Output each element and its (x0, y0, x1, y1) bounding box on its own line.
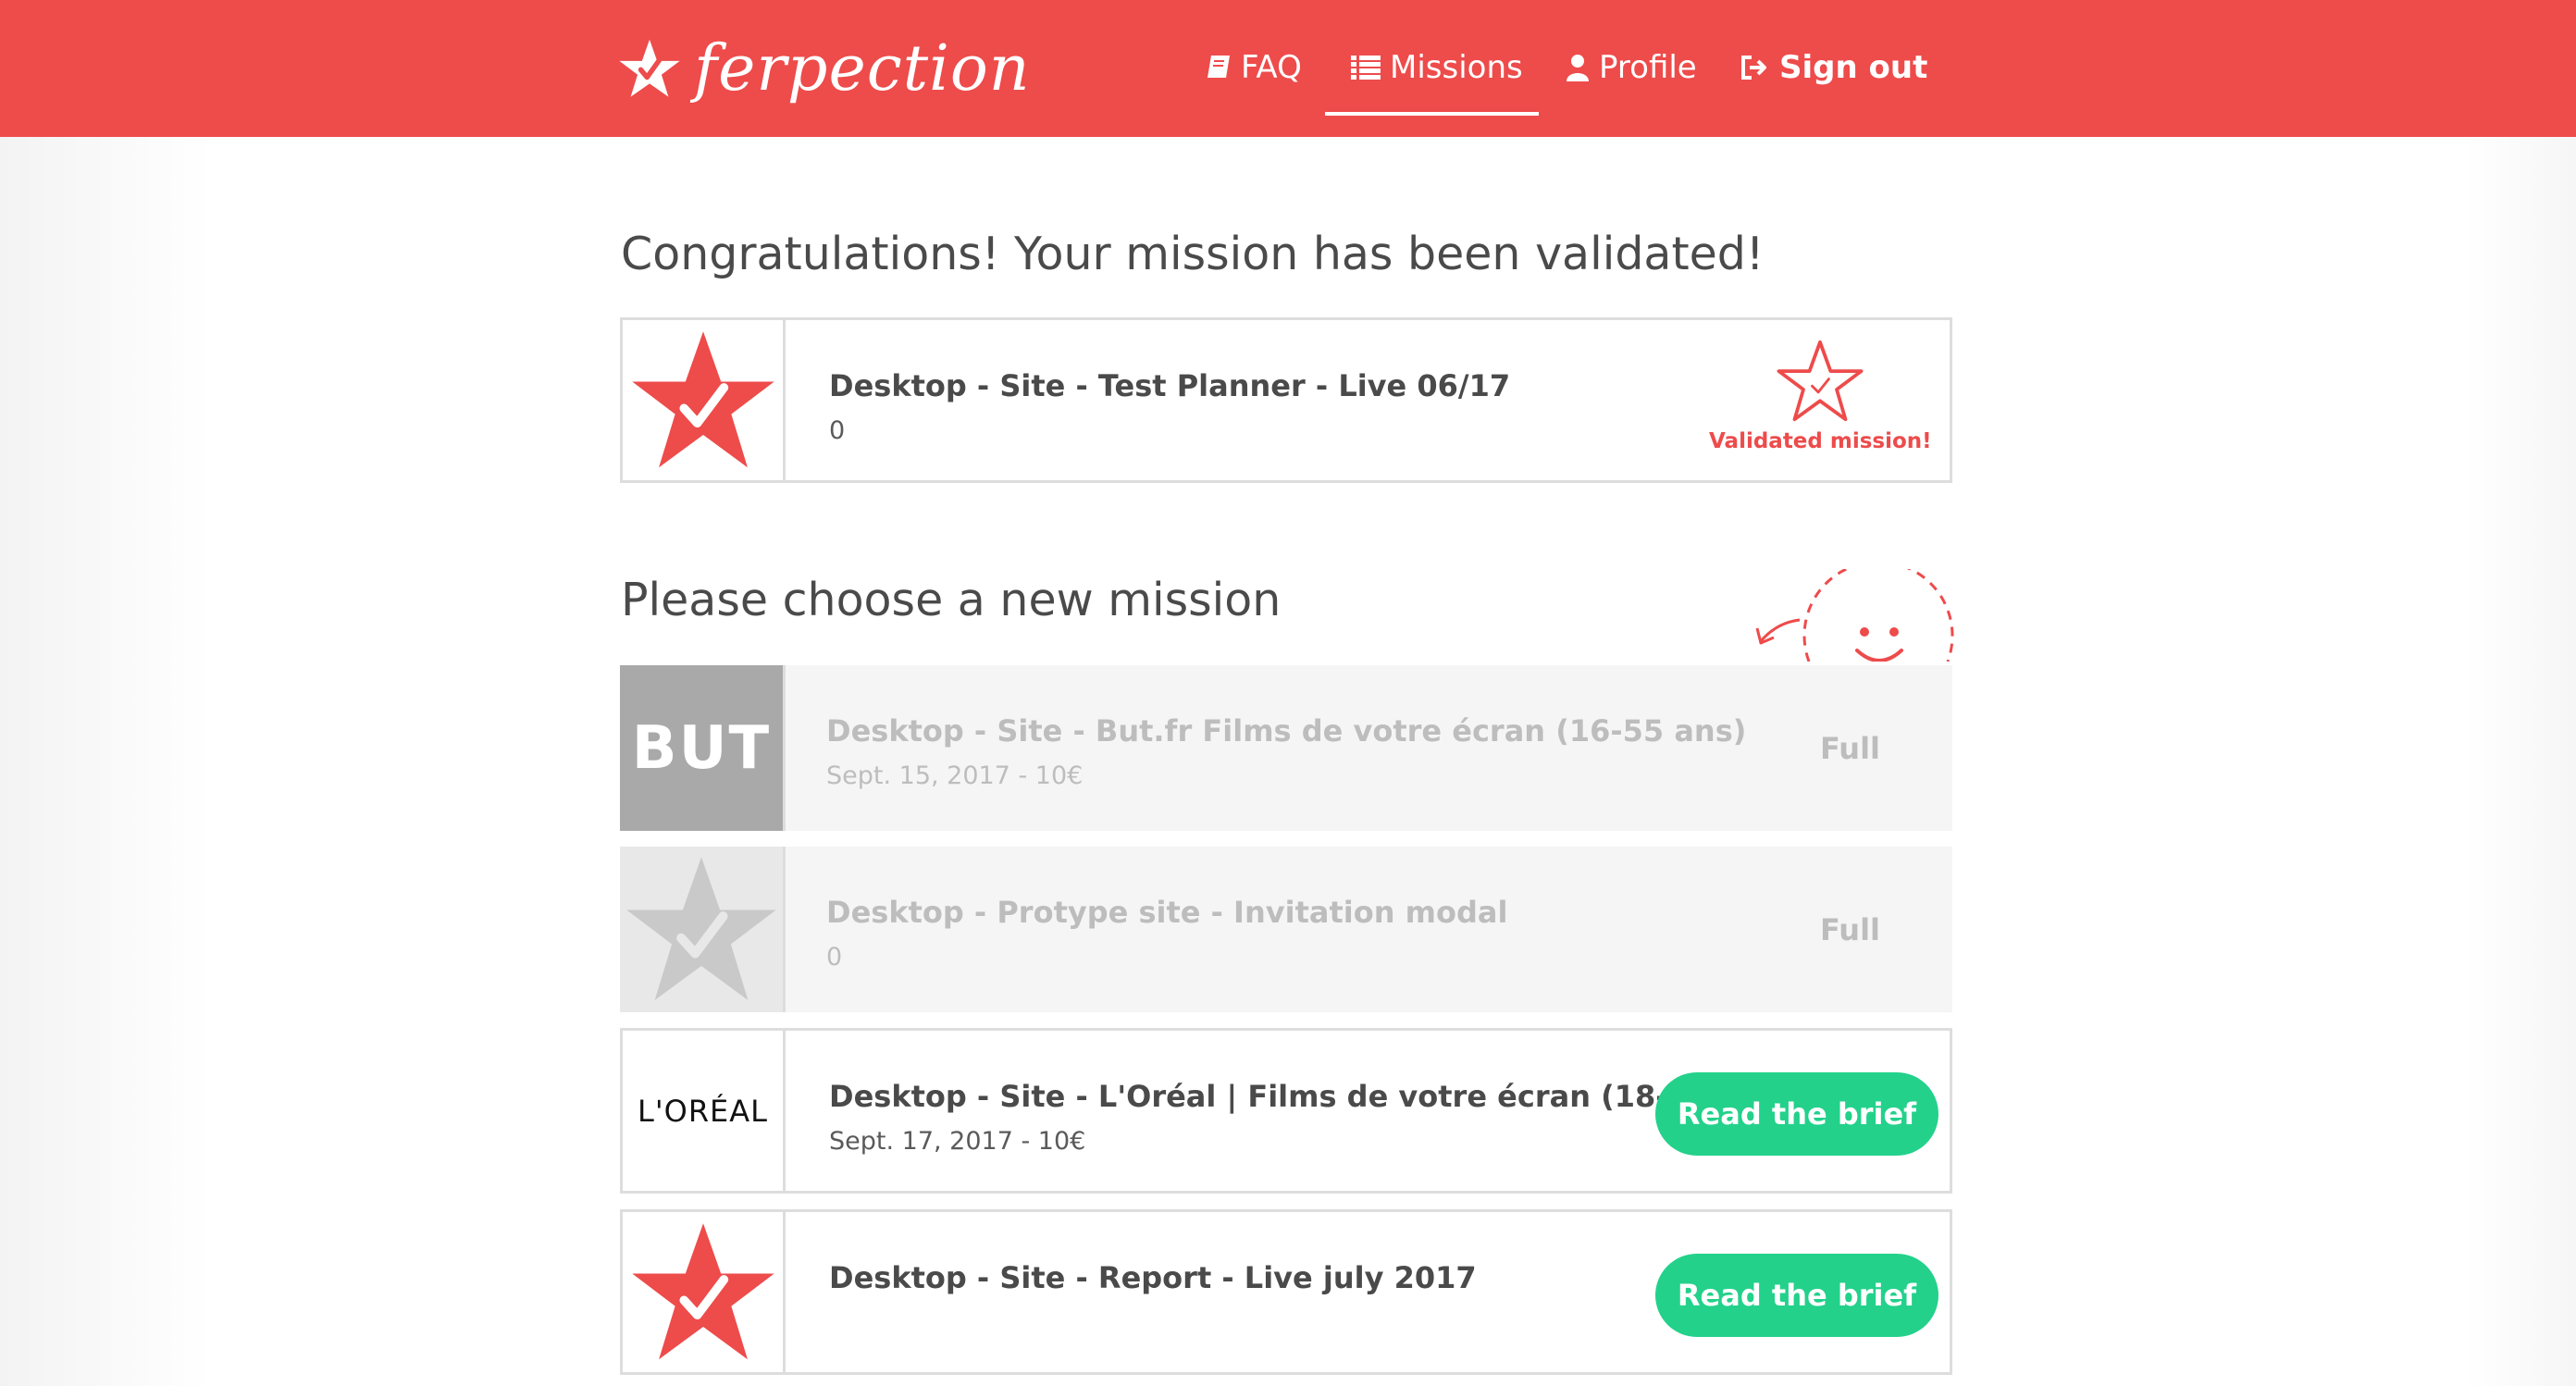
user-icon (1567, 55, 1589, 81)
mission-subtitle: Sept. 15, 2017 - 10€ (826, 761, 1084, 790)
read-brief-button[interactable]: Read the brief (1655, 1254, 1938, 1337)
star-outline-check-icon (1777, 340, 1864, 422)
mission-thumbnail: L'ORÉAL (623, 1031, 786, 1191)
nav-missions-label: Missions (1390, 49, 1523, 86)
mission-title: Desktop - Site - But.fr Films de votre é… (826, 713, 1747, 749)
mission-card-report: Desktop - Site - Report - Live july 2017… (620, 1209, 1952, 1375)
validated-section-title: Congratulations! Your mission has been v… (621, 228, 1765, 280)
mission-thumbnail (623, 1212, 786, 1372)
read-brief-button[interactable]: Read the brief (1655, 1072, 1938, 1156)
choose-section-title: Please choose a new mission (621, 574, 1282, 626)
status-full: Full (1820, 730, 1880, 766)
smiley-doodle-icon (1755, 569, 1954, 662)
ferpection-logo[interactable]: ferpection (618, 24, 1031, 113)
nav-missions[interactable]: Missions (1351, 44, 1523, 91)
mission-subtitle: Sept. 17, 2017 - 10€ (829, 1127, 1086, 1156)
validated-label: Validated mission! (1709, 429, 1932, 453)
active-tab-indicator (1325, 112, 1539, 116)
book-icon (1208, 56, 1230, 80)
mission-thumbnail (620, 847, 786, 1012)
nav-profile-label: Profile (1599, 49, 1697, 86)
mission-title: Desktop - Site - Report - Live july 2017 (829, 1260, 1477, 1295)
mission-title: Desktop - Site - L'Oréal | Films de votr… (829, 1079, 1782, 1114)
mission-subtitle: 0 (829, 416, 846, 445)
mission-title: Desktop - Protype site - Invitation moda… (826, 895, 1508, 930)
nav-faq[interactable]: FAQ (1206, 44, 1302, 91)
validated-status: Validated mission! (1709, 339, 1932, 453)
nav-profile[interactable]: Profile (1566, 44, 1697, 91)
nav-faq-label: FAQ (1241, 49, 1302, 86)
mission-subtitle: 0 (826, 943, 843, 971)
mission-card-but: BUT Desktop - Site - But.fr Films de vot… (620, 665, 1952, 831)
logo-text: ferpection (694, 31, 1031, 105)
mission-card-loreal: L'ORÉAL Desktop - Site - L'Oréal | Films… (620, 1028, 1952, 1194)
page-side-shade (0, 137, 213, 1386)
but-logo: BUT (631, 713, 772, 783)
star-check-icon (631, 1223, 774, 1360)
star-check-icon (626, 857, 776, 1000)
sign-out-icon (1741, 56, 1766, 80)
star-check-logo-icon (619, 39, 680, 97)
mission-thumbnail (623, 320, 786, 480)
star-check-icon (631, 331, 774, 468)
page-side-shade-right (2465, 137, 2576, 1386)
status-full: Full (1820, 911, 1880, 947)
loreal-logo: L'ORÉAL (638, 1093, 768, 1129)
mission-title: Desktop - Site - Test Planner - Live 06/… (829, 368, 1511, 403)
mission-card-protype: Desktop - Protype site - Invitation moda… (620, 847, 1952, 1012)
nav-signout-label: Sign out (1779, 49, 1928, 86)
validated-mission-card: Desktop - Site - Test Planner - Live 06/… (620, 317, 1952, 483)
top-navbar: ferpection FAQ Missions Profile Sign out (0, 0, 2576, 137)
nav-signout[interactable]: Sign out (1740, 44, 1927, 91)
mission-thumbnail: BUT (620, 665, 786, 831)
list-icon (1351, 56, 1381, 80)
